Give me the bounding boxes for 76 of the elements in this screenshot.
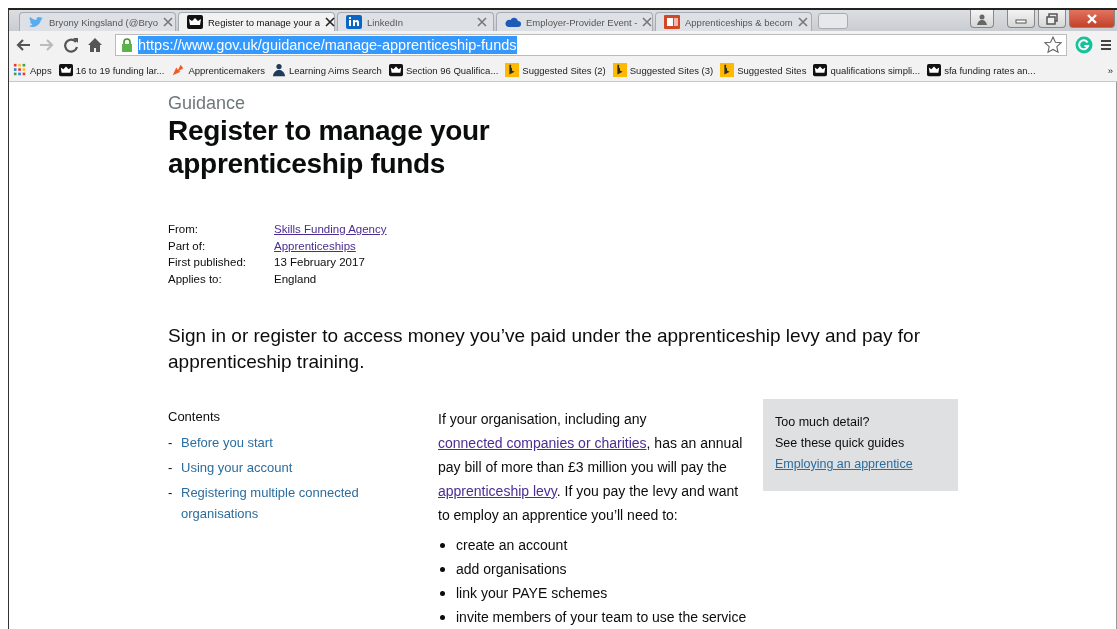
contents-heading: Contents [168, 408, 222, 426]
metadata-label: Applies to: [168, 271, 223, 287]
bird-icon [28, 14, 44, 30]
bookmark-item[interactable]: Suggested Sites (2) [505, 63, 606, 77]
lock-icon [121, 38, 133, 52]
bookmark-item[interactable]: Learning Aims Search [271, 63, 382, 77]
bullet-icon [440, 566, 445, 572]
browser-tab[interactable]: Apprenticeships & becom [655, 12, 812, 31]
bullet-icon [440, 614, 445, 620]
inline-link[interactable]: connected companies or charities [438, 435, 647, 451]
profile-button[interactable] [970, 10, 994, 28]
home-icon[interactable] [87, 37, 103, 53]
menu-icon[interactable] [1101, 37, 1111, 53]
linkedin-icon [346, 14, 362, 30]
person-icon [271, 63, 286, 77]
list-dash: - [168, 434, 174, 452]
browser-tab[interactable]: Register to manage your a [178, 12, 335, 31]
list-dash: - [168, 484, 174, 502]
body-paragraph: If your organisation, including any connected companies or charities, has an annual pay bill of more than £3 million you will pay the apprenticeship levy. If you pay the levy and want to employ an apprentice you’ll need to: [438, 410, 744, 525]
contents-link[interactable]: Before you start [181, 432, 381, 453]
crown-icon [58, 63, 73, 77]
bookmark-item[interactable]: Apprenticemakers [171, 63, 265, 77]
page-title: Register to manage your apprenticeship funds [168, 114, 491, 180]
reload-icon[interactable] [63, 37, 79, 53]
bookmark-item[interactable]: qualifications simpli... [813, 63, 921, 77]
browser-tab[interactable]: Employer-Provider Event - [496, 12, 653, 31]
panel-link[interactable]: Employing an apprentice [775, 457, 913, 471]
crown-icon [388, 63, 403, 77]
flame-icon [171, 63, 186, 77]
apps-grid-icon [13, 63, 27, 77]
bookmark-item[interactable]: Suggested Sites (3) [612, 63, 714, 77]
close-icon [1086, 12, 1098, 25]
restore-icon [1046, 12, 1058, 25]
metadata-label: From: [168, 222, 200, 237]
bing-icon [720, 63, 735, 77]
lead-paragraph: Sign in or register to access money you’ve paid under the apprenticeship levy and pay for apprenticeship training. [168, 324, 921, 374]
list-dash: - [168, 459, 174, 477]
bookmarks-overflow-button[interactable]: » [1107, 64, 1113, 76]
metadata-label: Part of: [168, 238, 207, 254]
person-icon [976, 12, 988, 25]
panel-text: See these quick guides [775, 435, 906, 452]
close-button[interactable] [1069, 10, 1115, 28]
bing-icon [505, 63, 520, 77]
bookmark-item[interactable]: Section 96 Qualifica... [388, 63, 499, 77]
slides-icon [664, 14, 680, 30]
bookmark-item[interactable]: Apps [13, 63, 52, 77]
metadata-value: England [274, 272, 317, 285]
bing-icon [612, 63, 627, 77]
maximize-button[interactable] [1038, 10, 1066, 28]
bullet-icon [440, 542, 445, 548]
bookmark-item[interactable]: 16 to 19 funding lar... [58, 63, 165, 77]
bookmark-item[interactable]: Suggested Sites [720, 63, 807, 77]
browser-tab[interactable]: LinkedIn [337, 12, 494, 31]
inline-link[interactable]: apprenticeship levy [438, 483, 557, 499]
metadata-value: 13 February 2017 [274, 256, 365, 268]
bullet-icon [440, 590, 445, 596]
section-label: Guidance [168, 92, 247, 114]
metadata-label: First published: [168, 255, 247, 270]
panel-text: Too much detail? [775, 414, 871, 431]
contents-link[interactable]: Registering multiple connected organisations [181, 482, 381, 524]
back-icon[interactable] [15, 37, 31, 53]
crown-icon [187, 14, 203, 30]
metadata-link[interactable]: Apprenticeships [274, 239, 356, 252]
contents-link[interactable]: Using your account [181, 457, 381, 478]
crown-icon [813, 63, 828, 77]
list-item-text: link your PAYE schemes [456, 584, 608, 603]
list-item-text: create an account [456, 536, 568, 555]
star-icon[interactable] [1044, 36, 1062, 54]
list-item-text: invite members of your team to use the service [456, 608, 747, 627]
crown-icon [927, 63, 942, 77]
close-icon[interactable] [324, 17, 335, 27]
metadata-link[interactable]: Skills Funding Agency [274, 223, 387, 235]
list-item-text: add organisations [456, 560, 567, 579]
minimize-button[interactable] [1007, 10, 1035, 28]
browser-tab[interactable]: Bryony Kingsland (@Bryo [19, 12, 176, 31]
bookmark-item[interactable]: sfa funding rates an... [927, 63, 1036, 77]
